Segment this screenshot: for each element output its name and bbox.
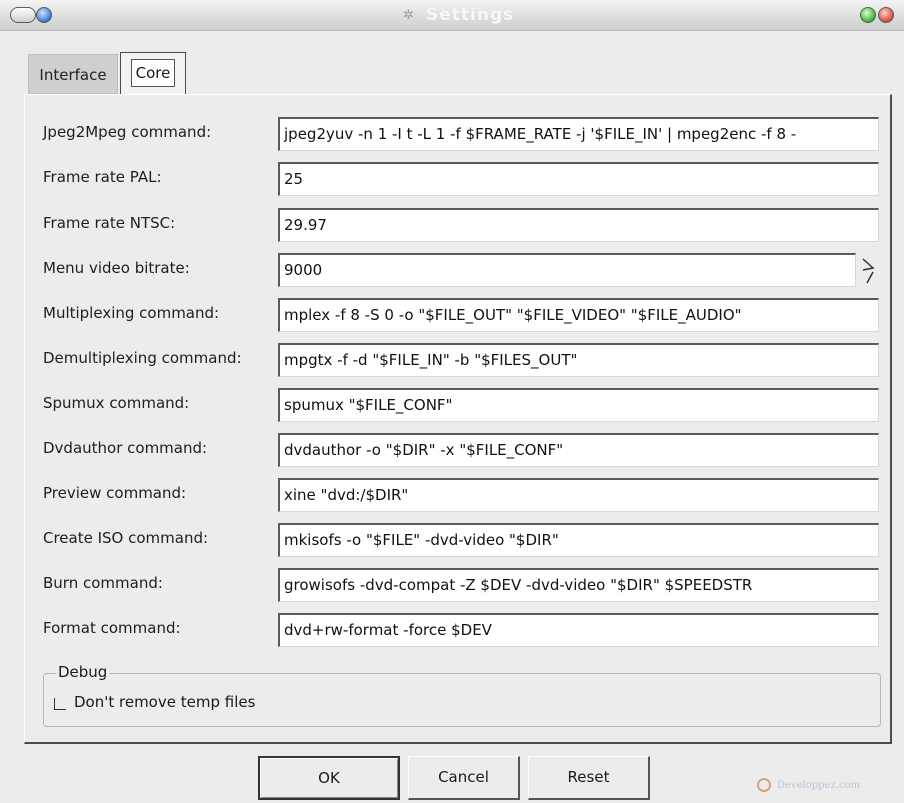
debug-group-label: Debug (56, 663, 110, 681)
multiplexing-command-field[interactable]: mplex -f 8 -S 0 -o "$FILE_OUT" "$FILE_VI… (278, 298, 879, 332)
format-row: Format command: dvd+rw-format -force $DE… (25, 611, 890, 649)
create-iso-row: Create ISO command: mkisofs -o "$FILE" -… (25, 521, 890, 559)
reset-button[interactable]: Reset (528, 756, 650, 800)
create-iso-command-field[interactable]: mkisofs -o "$FILE" -dvd-video "$DIR" (278, 523, 879, 557)
burn-command-field[interactable]: growisofs -dvd-compat -Z $DEV -dvd-video… (278, 568, 879, 602)
bitrate-spin-button[interactable] (858, 253, 880, 287)
frame-rate-pal-row: Frame rate PAL: 25 (25, 160, 890, 198)
spumux-label: Spumux command: (43, 394, 190, 412)
dvdauthor-command-field[interactable]: dvdauthor -o "$DIR" -x "$FILE_CONF" (278, 433, 879, 467)
window-title: Settings (426, 5, 515, 25)
settings-panel: Jpeg2Mpeg command: jpeg2yuv -n 1 -I t -L… (24, 94, 892, 744)
demultiplexing-row: Demultiplexing command: mpgtx -f -d "$FI… (25, 341, 890, 379)
burn-label: Burn command: (43, 574, 163, 592)
title-bar: ✲ Settings (0, 0, 904, 31)
spumux-command-field[interactable]: spumux "$FILE_CONF" (278, 388, 879, 422)
frame-rate-pal-field[interactable]: 25 (278, 162, 879, 196)
tab-interface[interactable]: Interface (28, 54, 118, 94)
create-iso-label: Create ISO command: (43, 529, 209, 547)
watermark-logo-icon (757, 778, 771, 792)
minimize-button[interactable] (36, 7, 52, 23)
tab-core-label: Core (130, 59, 176, 87)
frame-rate-ntsc-label: Frame rate NTSC: (43, 214, 176, 232)
burn-row: Burn command: growisofs -dvd-compat -Z $… (25, 566, 890, 604)
menu-video-bitrate-label: Menu video bitrate: (43, 259, 190, 277)
multiplexing-row: Multiplexing command: mplex -f 8 -S 0 -o… (25, 296, 890, 334)
frame-rate-pal-label: Frame rate PAL: (43, 168, 162, 186)
jpeg2mpeg-label: Jpeg2Mpeg command: (43, 123, 212, 141)
preview-command-field[interactable]: xine "dvd:/$DIR" (278, 478, 879, 512)
preview-row: Preview command: xine "dvd:/$DIR" (25, 476, 890, 514)
format-command-field[interactable]: dvd+rw-format -force $DEV (278, 613, 879, 647)
demultiplexing-command-field[interactable]: mpgtx -f -d "$FILE_IN" -b "$FILES_OUT" (278, 343, 879, 377)
dont-remove-temp-files-checkbox[interactable]: Don't remove temp files (54, 692, 255, 712)
frame-rate-ntsc-field[interactable]: 29.97 (278, 208, 879, 242)
preview-label: Preview command: (43, 484, 187, 502)
multiplexing-label: Multiplexing command: (43, 304, 220, 322)
app-icon: ✲ (403, 8, 414, 23)
menu-video-bitrate-field[interactable]: 9000 (278, 253, 856, 287)
jpeg2mpeg-command-field[interactable]: jpeg2yuv -n 1 -I t -L 1 -f $FRAME_RATE -… (278, 117, 879, 151)
close-button[interactable] (878, 7, 894, 23)
menu-video-bitrate-row: Menu video bitrate: 9000 (25, 251, 890, 289)
jpeg2mpeg-row: Jpeg2Mpeg command: jpeg2yuv -n 1 -I t -L… (25, 115, 890, 153)
window-menu-button[interactable] (10, 7, 36, 23)
ok-button[interactable]: OK (258, 756, 400, 800)
demultiplexing-label: Demultiplexing command: (43, 349, 242, 367)
dvdauthor-row: Dvdauthor command: dvdauthor -o "$DIR" -… (25, 431, 890, 469)
format-label: Format command: (43, 619, 181, 637)
cancel-button[interactable]: Cancel (408, 756, 520, 800)
frame-rate-ntsc-row: Frame rate NTSC: 29.97 (25, 206, 890, 244)
tab-core[interactable]: Core (120, 52, 186, 94)
maximize-button[interactable] (860, 7, 876, 23)
debug-group: Debug Don't remove temp files (43, 663, 881, 727)
checkbox-icon[interactable] (54, 698, 66, 710)
spin-arrows-icon (862, 258, 875, 284)
spumux-row: Spumux command: spumux "$FILE_CONF" (25, 386, 890, 424)
watermark-text: Developpez.com (777, 779, 860, 791)
watermark: Developpez.com (757, 778, 860, 792)
dvdauthor-label: Dvdauthor command: (43, 439, 208, 457)
dont-remove-temp-files-label: Don't remove temp files (74, 693, 256, 711)
